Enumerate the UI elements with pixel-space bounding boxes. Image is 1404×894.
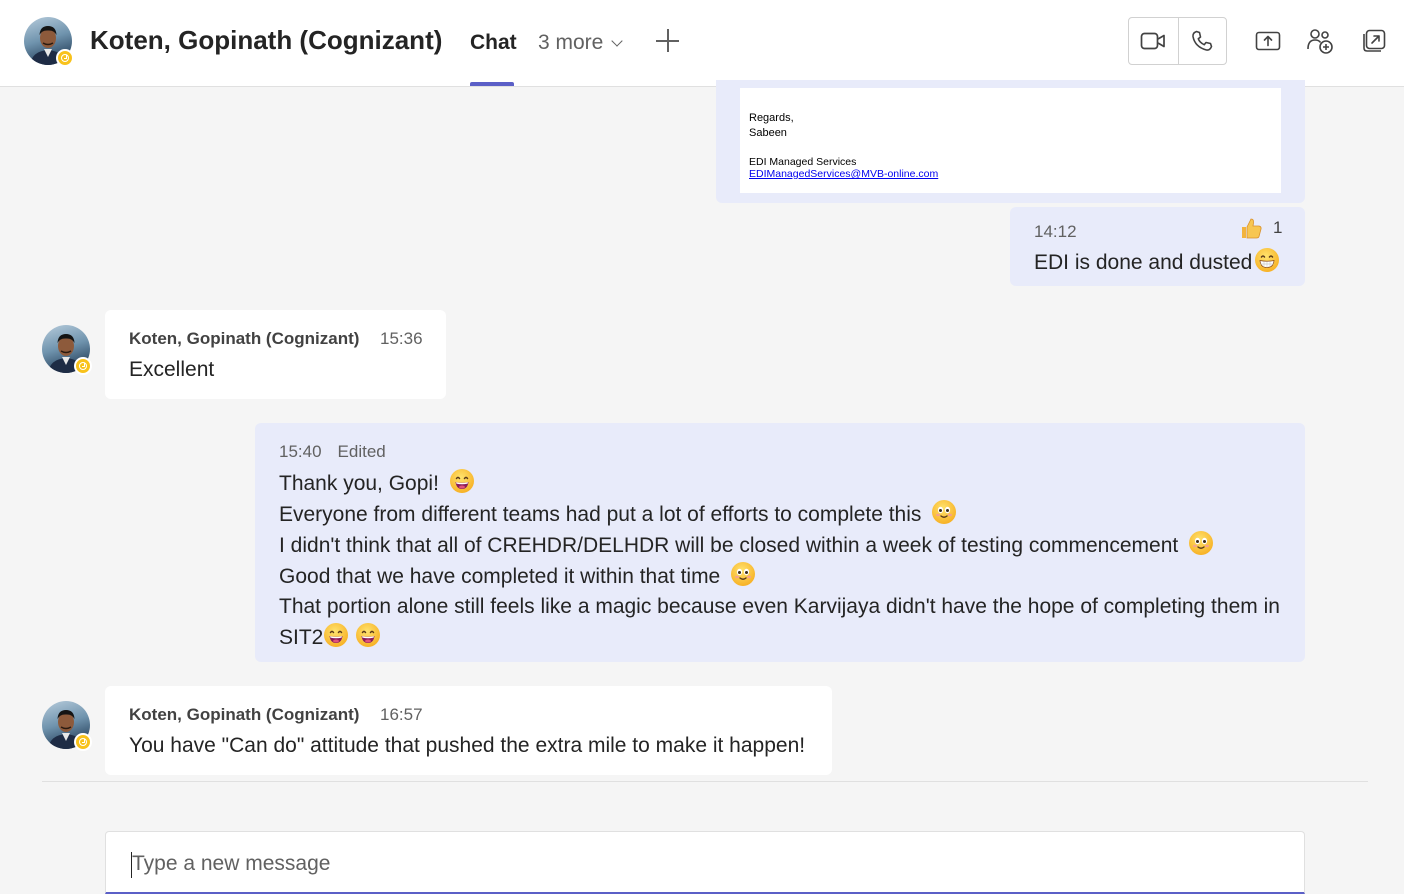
reaction-count: 1 (1273, 218, 1283, 237)
tab-chat[interactable]: Chat (470, 31, 517, 55)
presence-away-badge (56, 49, 74, 67)
line-text: Everyone from different teams had put a … (279, 503, 922, 526)
message-body: Thank you, Gopi! Everyone from different… (279, 468, 1280, 653)
call-button-group (1128, 17, 1227, 65)
grinning-emoji-icon (323, 622, 349, 648)
sender-name: Koten, Gopinath (Cognizant) (129, 705, 360, 724)
presence-away-badge (74, 357, 92, 375)
message-other-1[interactable]: Koten, Gopinath (Cognizant) 15:36 Excell… (105, 310, 446, 399)
message-line: SIT2 (279, 622, 1280, 653)
pop-out-chat-button[interactable] (1360, 27, 1388, 55)
beaming-emoji-icon (1254, 247, 1280, 273)
add-people-button[interactable] (1306, 27, 1334, 55)
sender-avatar[interactable] (42, 701, 92, 751)
video-call-button[interactable] (1129, 18, 1178, 64)
edited-label: Edited (337, 442, 386, 461)
smiling-emoji-icon (1188, 530, 1214, 556)
message-line: Thank you, Gopi! (279, 468, 1280, 499)
message-line: I didn't think that all of CREHDR/DELHDR… (279, 530, 1280, 561)
email-screenshot-image[interactable]: Regards, Sabeen EDI Managed Services EDI… (740, 88, 1281, 193)
email-link[interactable]: EDIManagedServices@MVB-online.com (749, 168, 938, 180)
grinning-emoji-icon (449, 468, 475, 494)
composer-placeholder: Type a new message (132, 852, 331, 875)
video-call-icon (1140, 32, 1166, 50)
message-other-2[interactable]: Koten, Gopinath (Cognizant) 16:57 You ha… (105, 686, 832, 775)
message-line: That portion alone still feels like a ma… (279, 592, 1280, 622)
message-text: You have "Can do" attitude that pushed t… (129, 734, 806, 757)
chat-header: Koten, Gopinath (Cognizant) Chat 3 more (0, 0, 1404, 87)
tab-more-dropdown[interactable]: 3 more (538, 31, 624, 55)
message-meta: 15:40 Edited (279, 442, 386, 462)
clock-icon (79, 738, 87, 746)
message-list-divider (42, 781, 1368, 782)
message-time: 15:36 (380, 329, 423, 348)
add-tab-icon[interactable] (655, 28, 681, 54)
tab-more-label: 3 more (538, 31, 604, 54)
chevron-down-icon (611, 34, 624, 47)
contact-avatar[interactable] (24, 17, 74, 67)
message-composer[interactable]: Type a new message (105, 831, 1305, 894)
line-text: SIT2 (279, 626, 324, 649)
message-self-1[interactable]: 14:12 1 EDI is done and dusted (1010, 207, 1305, 286)
message-line: Everyone from different teams had put a … (279, 499, 1280, 530)
email-sender-name: Sabeen (749, 127, 787, 139)
pop-out-icon (1363, 29, 1386, 52)
message-text: Excellent (129, 358, 215, 381)
smiling-emoji-icon (730, 561, 756, 587)
clock-icon (79, 362, 87, 370)
line-text: That portion alone still feels like a ma… (279, 595, 1280, 618)
email-regards: Regards, (749, 112, 794, 124)
share-screen-button[interactable] (1254, 27, 1282, 55)
audio-call-icon (1192, 30, 1213, 51)
presence-away-badge (74, 733, 92, 751)
message-time: 14:12 (1034, 222, 1077, 241)
sender-avatar[interactable] (42, 325, 92, 375)
chat-title: Koten, Gopinath (Cognizant) (90, 25, 443, 55)
message-text: EDI is done and dusted (1034, 251, 1253, 274)
smiling-emoji-icon (931, 499, 957, 525)
message-body: EDI is done and dusted (1034, 247, 1280, 278)
message-line: Good that we have completed it within th… (279, 561, 1280, 592)
line-text: Thank you, Gopi! (279, 472, 439, 495)
message-self-2[interactable]: 15:40 Edited Thank you, Gopi! Everyone f… (255, 423, 1305, 662)
active-tab-indicator (470, 82, 514, 86)
email-team-name: EDI Managed Services (749, 156, 857, 168)
sender-name: Koten, Gopinath (Cognizant) (129, 329, 360, 348)
thumbs-up-icon (1242, 218, 1262, 239)
add-people-icon (1307, 29, 1333, 54)
audio-call-button[interactable] (1177, 18, 1227, 64)
share-screen-icon (1255, 31, 1281, 51)
reaction-like[interactable]: 1 (1239, 216, 1282, 240)
message-time: 15:40 (279, 442, 322, 461)
line-text: I didn't think that all of CREHDR/DELHDR… (279, 534, 1179, 557)
line-text: Good that we have completed it within th… (279, 565, 721, 588)
clock-icon (61, 54, 69, 62)
message-time: 16:57 (380, 705, 423, 724)
grinning-emoji-icon (355, 622, 381, 648)
